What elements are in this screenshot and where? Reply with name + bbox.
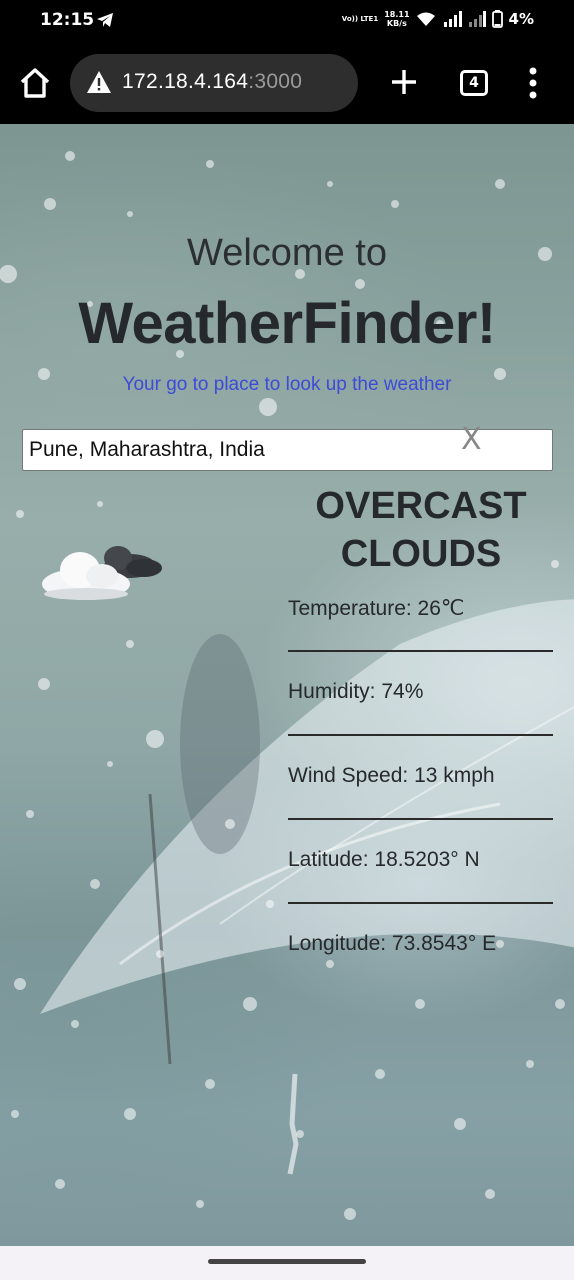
gesture-handle[interactable] [208, 1259, 366, 1264]
stat-temperature: Temperature: 26℃ [288, 594, 553, 678]
stat-divider [288, 902, 553, 904]
warning-icon[interactable] [86, 70, 112, 94]
address-bar[interactable]: 172.18.4.164:3000 [70, 54, 358, 112]
weather-stats: Temperature: 26℃ Humidity: 74% Wind Spee… [288, 594, 553, 1014]
url-text[interactable]: 172.18.4.164:3000 [122, 70, 302, 94]
home-icon[interactable] [18, 66, 52, 100]
volte-indicator: Vo)) LTE1 [341, 15, 379, 23]
stat-divider [288, 818, 553, 820]
status-time: 12:15 [40, 10, 95, 30]
clear-search-button[interactable]: X [461, 422, 482, 457]
weather-condition-line2: CLOUDS [340, 533, 502, 575]
weather-condition-line1: OVERCAST [315, 485, 527, 527]
stat-humidity-label: Humidity: 74% [288, 680, 424, 703]
stat-latitude: Latitude: 18.5203° N [288, 846, 553, 930]
status-icons: Vo)) LTE1 18.11 KB/s 4% [342, 10, 534, 28]
network-speed: 18.11 KB/s [384, 10, 409, 28]
overcast-clouds-icon [42, 546, 162, 600]
stat-wind-speed: Wind Speed: 13 kmph [288, 762, 553, 846]
url-port: :3000 [248, 70, 303, 93]
location-search-input[interactable] [23, 430, 453, 470]
stat-wind-speed-label: Wind Speed: 13 kmph [288, 764, 495, 787]
url-host: 172.18.4.164 [122, 70, 249, 93]
system-navigation-bar [0, 1246, 574, 1280]
more-vert-icon[interactable] [526, 66, 540, 100]
network-speed-value: 18.11 [384, 10, 410, 19]
weather-condition: OVERCAST CLOUDS [290, 482, 552, 578]
app-title: WeatherFinder! [78, 291, 496, 356]
stat-longitude: Longitude: 73.8543° E [288, 930, 553, 1014]
signal-icon [443, 11, 462, 27]
battery-icon [491, 10, 503, 28]
telegram-icon [97, 13, 113, 27]
weather-page: Welcome to WeatherFinder! Your go to pla… [0, 124, 574, 1246]
stat-divider [288, 734, 553, 736]
status-bar: 12:15 Vo)) LTE1 18.11 KB/s 4% [0, 0, 574, 42]
stat-latitude-label: Latitude: 18.5203° N [288, 848, 480, 871]
stat-humidity: Humidity: 74% [288, 678, 553, 762]
tab-switcher-button[interactable]: 4 [460, 70, 488, 96]
network-speed-unit: KB/s [386, 19, 407, 28]
location-search[interactable]: X [22, 422, 553, 471]
plus-icon[interactable] [388, 66, 420, 98]
wifi-icon [416, 12, 435, 26]
stat-longitude-label: Longitude: 73.8543° E [288, 932, 497, 955]
browser-toolbar: 172.18.4.164:3000 4 [0, 42, 574, 124]
tagline: Your go to place to look up the weather [122, 374, 452, 395]
battery-level: 4% [508, 10, 534, 28]
welcome-heading: Welcome to [187, 232, 387, 274]
stat-divider [288, 650, 553, 652]
stat-temperature-label: Temperature: 26℃ [288, 597, 465, 620]
signal-icon-2 [468, 11, 486, 27]
